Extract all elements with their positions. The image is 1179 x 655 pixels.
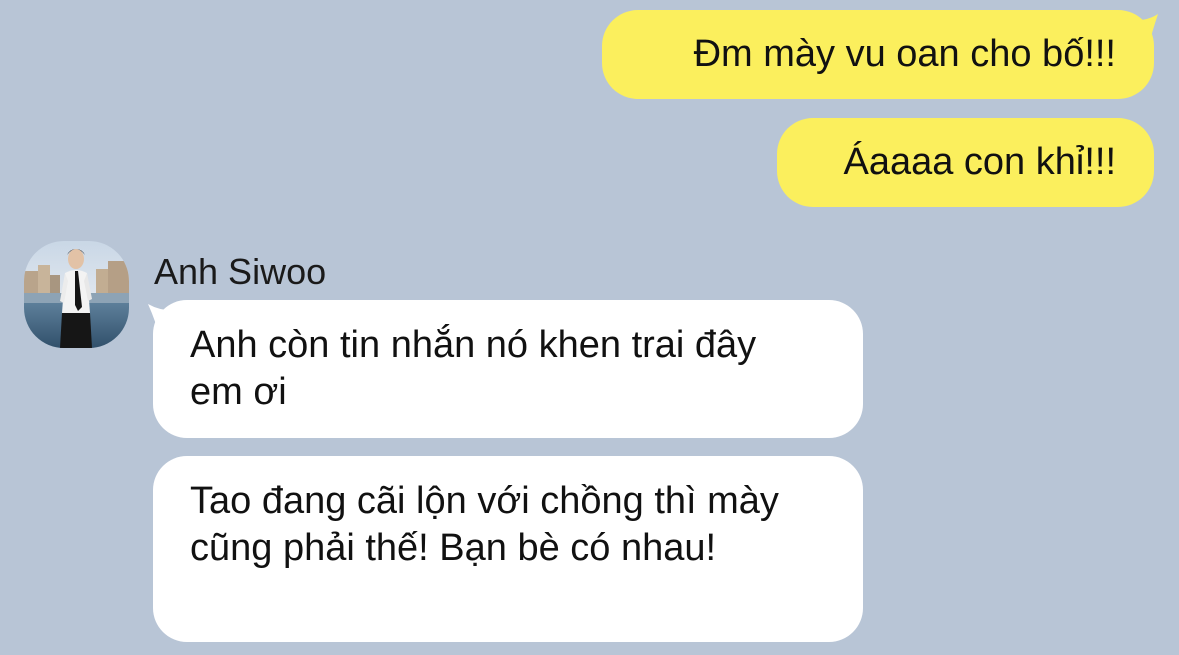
message-text: Anh còn tin nhắn nó khen trai đây em ơi — [190, 324, 757, 413]
message-text: Tao đang cãi lộn với chồng thì mày cũng … — [190, 480, 779, 569]
avatar[interactable] — [24, 241, 129, 348]
outgoing-message[interactable]: Áaaaa con khỉ!!! — [777, 118, 1154, 207]
incoming-message[interactable]: Anh còn tin nhắn nó khen trai đây em ơi — [153, 300, 863, 438]
person-photo-avatar-icon — [24, 241, 129, 348]
message-text: Đm mày vu oan cho bố!!! — [693, 33, 1116, 75]
chat-area: Đm mày vu oan cho bố!!! Áaaaa con khỉ!!! — [0, 0, 1179, 655]
outgoing-message[interactable]: Đm mày vu oan cho bố!!! — [602, 10, 1154, 99]
sender-name: Anh Siwoo — [154, 251, 327, 292]
message-text: Áaaaa con khỉ!!! — [843, 141, 1116, 183]
incoming-message[interactable]: Tao đang cãi lộn với chồng thì mày cũng … — [153, 456, 863, 642]
